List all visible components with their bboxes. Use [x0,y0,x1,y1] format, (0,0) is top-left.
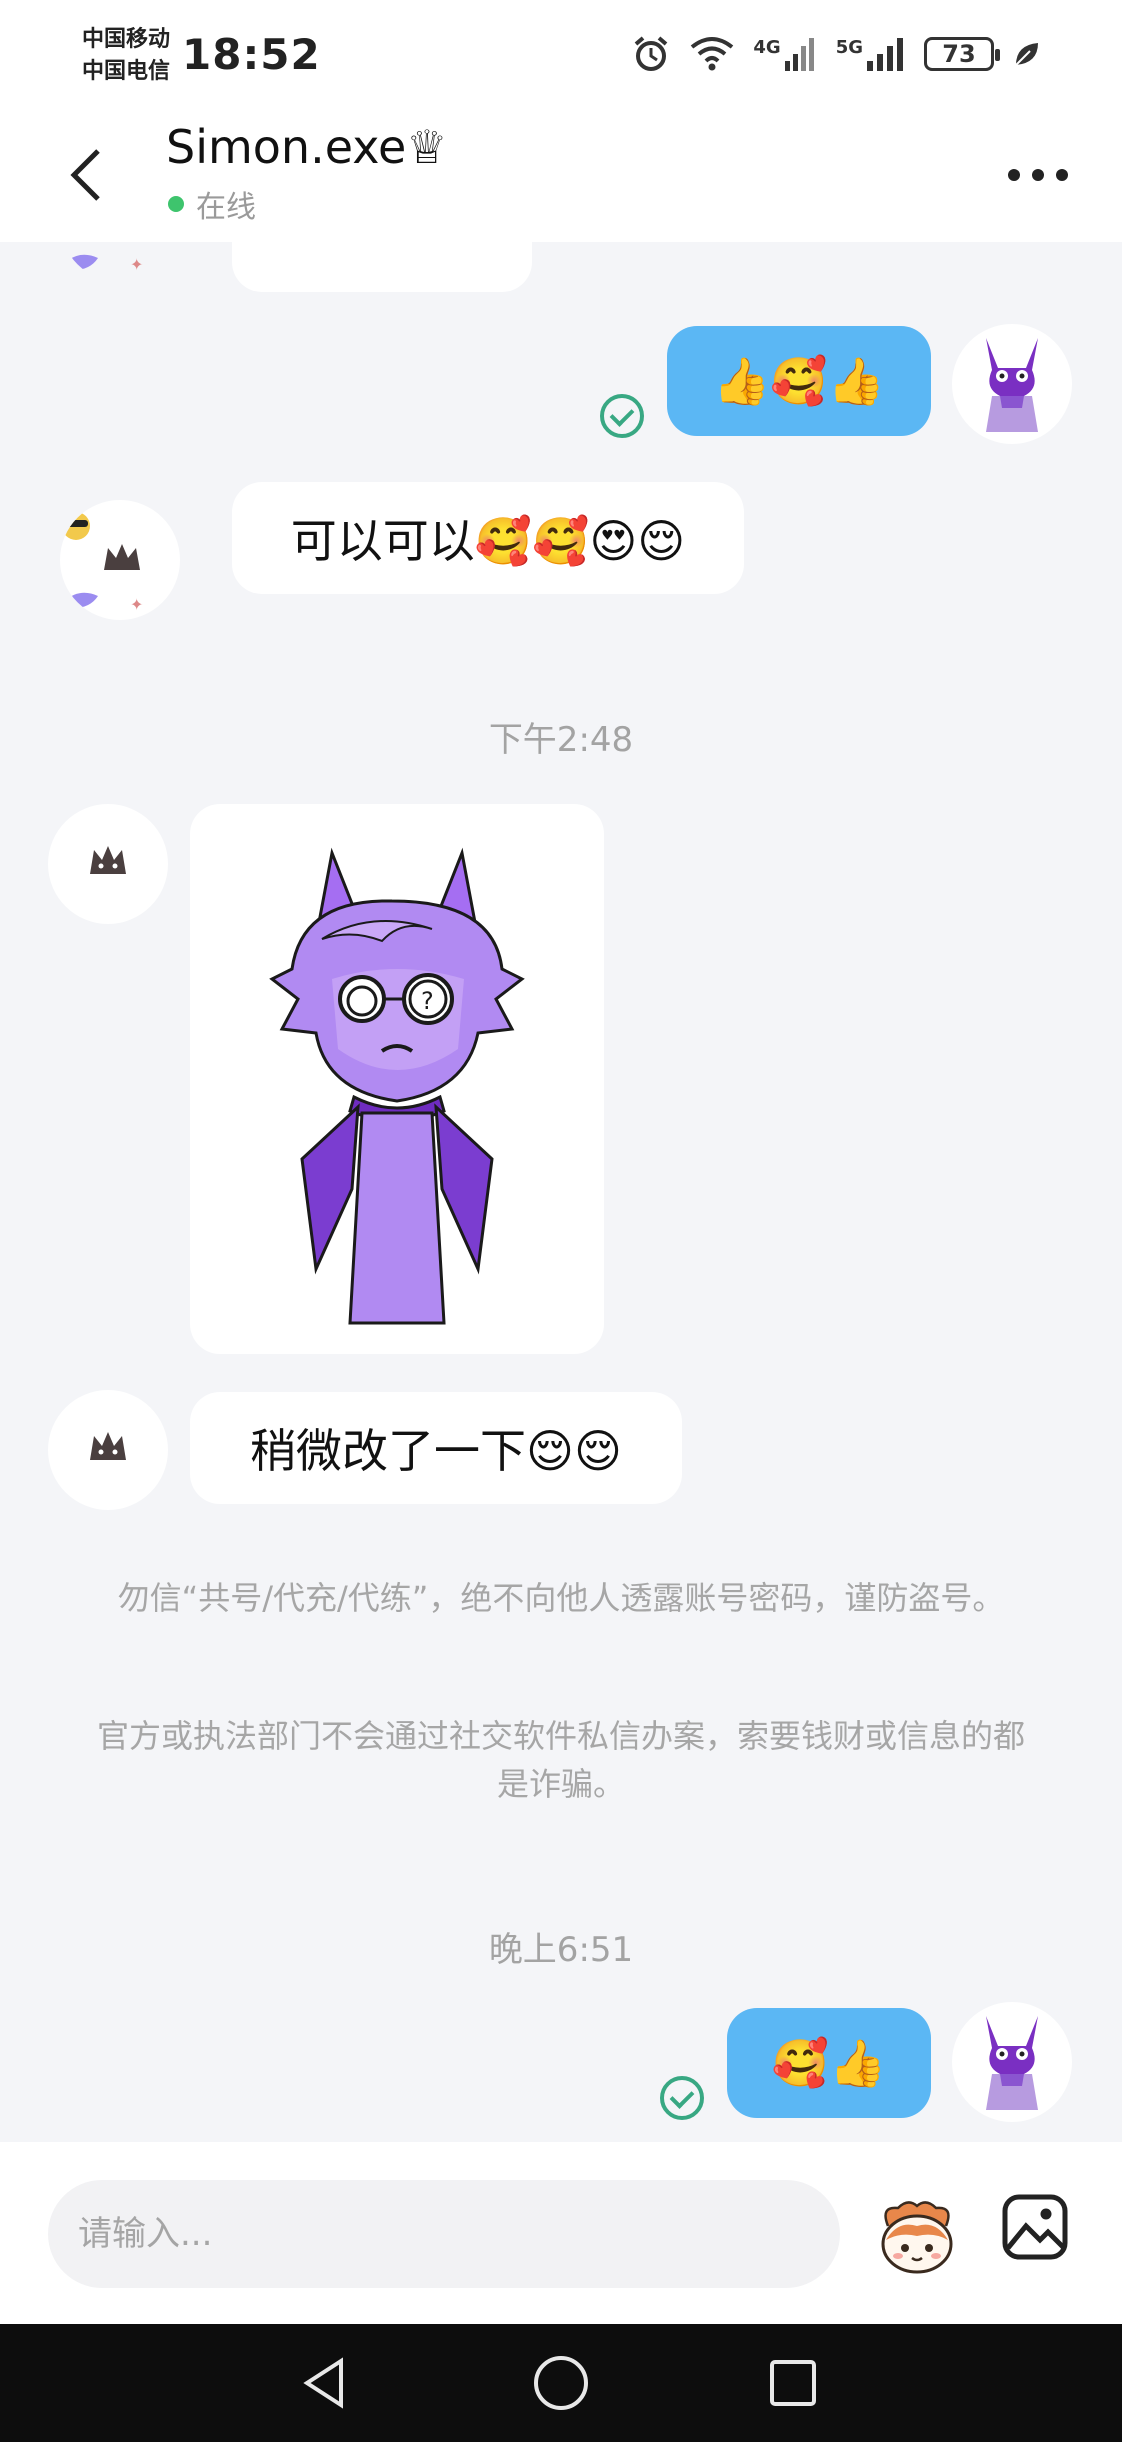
bat-character-avatar-icon: ✦ [62,512,143,614]
my-avatar[interactable] [952,324,1072,444]
online-status-label: 在线 [196,190,256,225]
square-recents-icon [770,2360,816,2406]
incoming-message-bubble[interactable]: 可以可以🥰🥰😍😌 [232,482,744,594]
signal-5g: 5G [836,37,906,71]
sticker-icon [881,2201,953,2274]
read-check-icon [660,2076,704,2120]
partial-message-bubble[interactable] [232,242,532,292]
my-avatar[interactable] [952,2002,1072,2122]
sticker-message[interactable]: ? [190,804,604,1354]
contact-avatar[interactable] [48,804,168,924]
message-text: 👍🥰👍 [713,353,885,408]
purple-character-avatar-icon [986,2016,1038,2110]
message-text: 🥰👍 [771,2035,887,2090]
alarm-icon [635,36,668,71]
timestamp: 晚上6:51 [488,1930,634,1970]
more-options-button[interactable] [1008,160,1068,190]
message-text: 稍微改了一下😌😌 [250,1424,622,1478]
game-controller-icon: ✦ [66,254,143,274]
incoming-message-bubble[interactable]: 稍微改了一下😌😌 [190,1392,682,1504]
status-time: 18:52 [182,30,321,79]
purple-horned-character-sticker: ? [269,847,525,1325]
wifi-icon [691,37,734,71]
carrier-info: 中国移动 中国电信 [82,24,170,88]
image-icon [1002,2194,1068,2260]
carrier-1: 中国移动 [82,27,171,52]
network-label-1: 4G [753,37,781,58]
more-dot-icon [1008,169,1020,181]
contact-avatar[interactable] [48,1390,168,1510]
nav-home-button[interactable] [528,2350,594,2416]
network-label-2: 5G [835,37,863,58]
sticker-button[interactable] [874,2192,960,2278]
nav-recents-button[interactable] [760,2350,826,2416]
svg-text:✦: ✦ [130,595,143,614]
outgoing-message-bubble[interactable]: 🥰👍 [727,2008,931,2118]
battery-indicator: 73 [924,37,1000,71]
signal-icon [784,38,814,71]
read-check-icon [600,394,644,438]
message-text: 可以可以🥰🥰😍😌 [290,514,686,568]
triangle-back-icon [303,2357,343,2409]
svg-text:✦: ✦ [130,255,143,274]
back-button[interactable] [56,140,116,210]
system-navigation-bar [0,2324,1122,2442]
message-composer [0,2142,1122,2324]
purple-character-avatar-icon [986,338,1038,432]
more-dot-icon [1056,169,1068,181]
message-input[interactable] [48,2180,840,2288]
circle-home-icon [534,2356,588,2410]
timestamp: 下午2:48 [488,720,634,760]
outgoing-message-bubble[interactable]: 👍🥰👍 [667,326,931,436]
safety-notice-2: 官方或执法部门不会通过社交软件私信办案，索要钱财或信息的都是诈骗。 [96,1717,1025,1803]
chevron-left-icon [70,149,100,201]
leaf-icon [1015,43,1038,66]
status-icons: 4G 5G 73 [631,34,1042,74]
safety-notice-1: 勿信“共号/代充/代练”，绝不向他人透露账号密码，谨防盗号。 [117,1579,1005,1617]
more-dot-icon [1032,169,1044,181]
carrier-2: 中国电信 [82,59,171,84]
nav-back-button[interactable] [292,2350,358,2416]
contact-name[interactable]: Simon.exe♕ [166,120,448,174]
chat-header: Simon.exe♕ 在线 [0,110,1122,242]
contact-avatar[interactable]: ✦ [60,500,180,620]
contact-avatar[interactable]: ✦ [60,242,180,282]
bat-character-avatar-icon [90,846,126,874]
image-button[interactable] [1000,2192,1070,2262]
signal-4g: 4G [753,37,817,71]
online-dot [168,196,184,212]
signal-icon [867,38,903,71]
status-bar: 中国移动 中国电信 18:52 4G 5G 73 [0,0,1122,110]
chat-message-list[interactable]: ✦ 👍🥰👍 ✦ 可以可以🥰🥰😍😌 下午2:48 ? 稍微改了一下😌😌 勿信“共号… [0,242,1122,2142]
online-status: 在线 [168,182,256,226]
svg-text:?: ? [421,987,434,1015]
bat-character-avatar-icon [90,1432,126,1460]
